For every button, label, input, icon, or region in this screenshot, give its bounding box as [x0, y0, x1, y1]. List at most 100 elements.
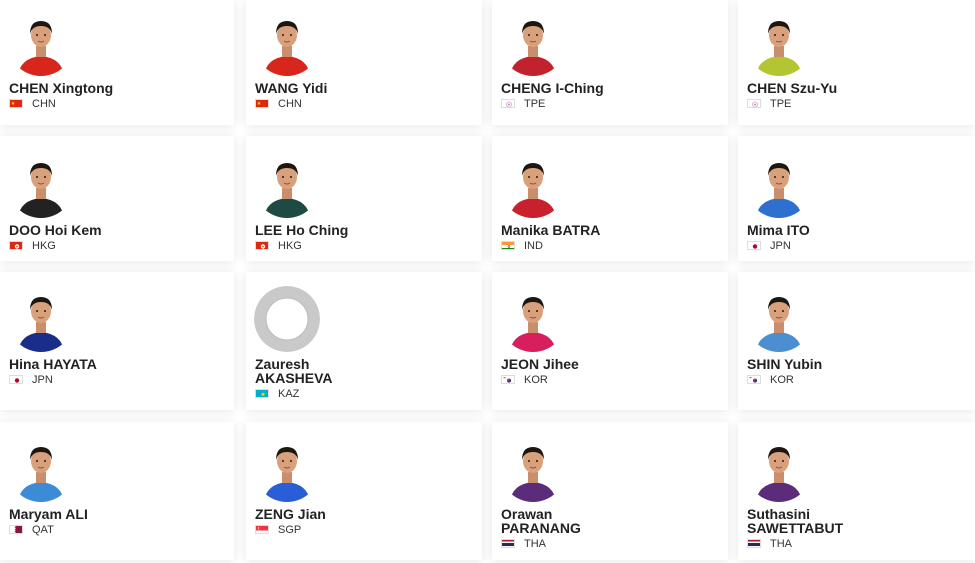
- player-photo: [254, 152, 320, 218]
- player-name-line: AKASHEVA: [255, 370, 333, 386]
- player-name-line: CHEN Xingtong: [9, 80, 114, 96]
- player-name[interactable]: CHEN Xingtong: [9, 81, 228, 95]
- player-name[interactable]: LEE Ho Ching: [255, 223, 476, 237]
- player-card[interactable]: SHIN Yubin KOR: [738, 272, 975, 410]
- player-card[interactable]: Orawan PARANANG THA: [492, 422, 728, 560]
- player-card[interactable]: LEE Ho Ching HKG: [246, 136, 482, 261]
- player-name-line: Orawan: [501, 506, 553, 522]
- player-nation: CHN: [255, 97, 302, 110]
- player-name-line: Maryam ALI: [9, 506, 88, 522]
- ind-flag-icon: [501, 241, 515, 250]
- player-nation: THA: [747, 538, 792, 550]
- jpn-flag-icon: [9, 375, 23, 384]
- country-code: CHN: [32, 97, 56, 110]
- player-photo: [500, 436, 566, 502]
- player-name[interactable]: Maryam ALI: [9, 507, 228, 521]
- player-card[interactable]: Hina HAYATA JPN: [0, 272, 234, 410]
- player-card[interactable]: Suthasini SAWETTABUT THA: [738, 422, 975, 560]
- player-nation: QAT: [9, 523, 54, 536]
- player-nation: THA: [501, 537, 546, 550]
- player-nation: TPE: [501, 97, 546, 110]
- player-card[interactable]: JEON Jihee KOR: [492, 272, 728, 410]
- player-name[interactable]: CHENG I-Ching: [501, 81, 722, 95]
- player-card[interactable]: WANG Yidi CHN: [246, 0, 482, 125]
- player-name[interactable]: JEON Jihee: [501, 357, 722, 371]
- player-card[interactable]: Mima ITO JPN: [738, 136, 975, 261]
- qat-flag-icon: [9, 525, 23, 534]
- player-nation: KAZ: [255, 387, 300, 400]
- player-name[interactable]: Orawan PARANANG: [501, 507, 722, 535]
- player-name-line: Manika BATRA: [501, 222, 601, 238]
- country-code: TPE: [524, 97, 546, 110]
- player-photo: [500, 286, 566, 352]
- player-card[interactable]: Zauresh AKASHEVA KAZ: [246, 272, 482, 410]
- player-card[interactable]: ZENG Jian SGP: [246, 422, 482, 560]
- player-name-line: PARANANG: [501, 520, 581, 536]
- player-name-line: CHENG I-Ching: [501, 80, 604, 96]
- player-card[interactable]: CHENG I-Ching TPE: [492, 0, 728, 125]
- player-card[interactable]: Manika BATRA IND: [492, 136, 728, 261]
- jpn-flag-icon: [747, 241, 761, 250]
- country-code: JPN: [770, 239, 791, 252]
- player-name-line: Suthasini: [747, 506, 811, 522]
- player-name[interactable]: CHEN Szu-Yu: [747, 81, 969, 95]
- player-photo: [746, 286, 812, 352]
- country-code: TPE: [770, 97, 792, 110]
- player-card[interactable]: Maryam ALI QAT: [0, 422, 234, 560]
- player-nation: HKG: [9, 239, 56, 252]
- player-nation: HKG: [255, 239, 302, 252]
- player-name-line: SAWETTABUT: [747, 520, 844, 536]
- player-nation: JPN: [747, 239, 791, 252]
- player-name-line: SHIN Yubin: [747, 356, 823, 372]
- player-photo: [254, 10, 320, 76]
- player-photo: [746, 152, 812, 218]
- player-name-line: Hina HAYATA: [9, 356, 97, 372]
- country-code: HKG: [32, 239, 56, 252]
- player-name-line: JEON Jihee: [501, 356, 579, 372]
- player-name-line: CHEN Szu-Yu: [747, 80, 838, 96]
- hkg-flag-icon: [255, 241, 269, 250]
- player-name-line: WANG Yidi: [255, 80, 328, 96]
- player-photo: [746, 10, 812, 76]
- country-code: QAT: [32, 523, 54, 536]
- player-name[interactable]: ZENG Jian: [255, 507, 476, 521]
- player-name-line: ZENG Jian: [255, 506, 326, 522]
- player-name[interactable]: Mima ITO: [747, 223, 969, 237]
- tpe-flag-icon: [747, 99, 761, 108]
- player-card[interactable]: CHEN Szu-Yu TPE: [738, 0, 975, 125]
- player-nation: SGP: [255, 523, 302, 536]
- player-card[interactable]: DOO Hoi Kem HKG: [0, 136, 234, 261]
- tha-flag-icon: [747, 539, 761, 548]
- player-nation: CHN: [9, 97, 56, 110]
- player-card[interactable]: CHEN Xingtong CHN: [0, 0, 234, 125]
- player-nation: TPE: [747, 97, 792, 110]
- country-code: HKG: [278, 239, 302, 252]
- player-name[interactable]: Zauresh AKASHEVA: [255, 357, 476, 385]
- player-name[interactable]: Hina HAYATA: [9, 357, 228, 371]
- country-code: IND: [524, 239, 543, 252]
- player-name[interactable]: Manika BATRA: [501, 223, 722, 237]
- player-name[interactable]: DOO Hoi Kem: [9, 223, 228, 237]
- country-code: SGP: [278, 523, 302, 536]
- country-code: THA: [524, 537, 546, 550]
- player-name-line: DOO Hoi Kem: [9, 222, 102, 238]
- player-name[interactable]: WANG Yidi: [255, 81, 476, 95]
- sgp-flag-icon: [255, 525, 269, 534]
- player-name-line: Mima ITO: [747, 222, 810, 238]
- player-nation: JPN: [9, 373, 53, 386]
- player-name[interactable]: SHIN Yubin: [747, 357, 969, 371]
- tha-flag-icon: [501, 539, 515, 548]
- player-name-line: Zauresh: [255, 356, 310, 372]
- player-photo: [254, 436, 320, 502]
- avatar-placeholder-icon: [254, 286, 320, 352]
- kaz-flag-icon: [255, 389, 269, 398]
- country-code: JPN: [32, 373, 53, 386]
- player-name[interactable]: Suthasini SAWETTABUT: [747, 507, 969, 535]
- country-code: KAZ: [278, 387, 300, 400]
- player-photo: [500, 10, 566, 76]
- country-code: CHN: [278, 97, 302, 110]
- country-code: KOR: [524, 373, 548, 386]
- hkg-flag-icon: [9, 241, 23, 250]
- player-photo: [8, 436, 74, 502]
- player-nation: KOR: [747, 374, 794, 386]
